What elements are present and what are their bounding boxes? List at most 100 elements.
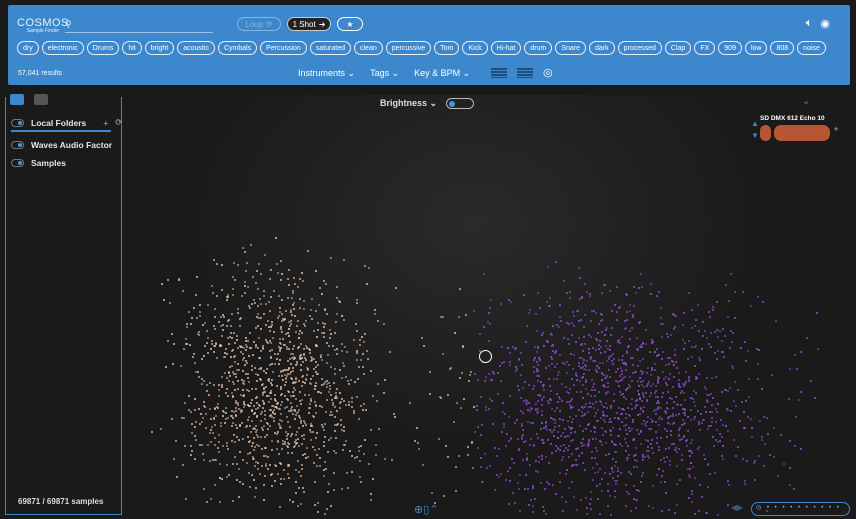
sample-point[interactable] (374, 308, 377, 311)
sample-point[interactable] (608, 356, 611, 359)
sample-point[interactable] (388, 350, 391, 353)
sample-point[interactable] (661, 371, 664, 374)
sample-point[interactable] (788, 467, 791, 470)
sample-point[interactable] (653, 368, 656, 371)
sample-point[interactable] (528, 384, 531, 387)
sample-point[interactable] (560, 400, 563, 403)
sample-point[interactable] (222, 316, 225, 319)
sample-point[interactable] (242, 359, 245, 362)
sample-point[interactable] (302, 490, 305, 493)
sample-point[interactable] (582, 438, 585, 441)
sample-point[interactable] (614, 496, 617, 499)
tag-chip[interactable]: FX (694, 41, 716, 55)
sample-point[interactable] (330, 436, 333, 439)
sample-point[interactable] (297, 346, 300, 349)
sample-point[interactable] (476, 378, 479, 381)
sample-point[interactable] (578, 266, 581, 269)
sample-point[interactable] (377, 382, 380, 385)
sample-point[interactable] (257, 263, 260, 266)
sample-point[interactable] (250, 409, 253, 412)
sample-point[interactable] (312, 446, 315, 449)
sample-point[interactable] (650, 420, 653, 423)
sample-point[interactable] (225, 387, 228, 390)
sample-point[interactable] (520, 373, 523, 376)
sample-point[interactable] (303, 438, 306, 441)
sample-point[interactable] (714, 472, 717, 475)
sample-point[interactable] (538, 374, 541, 377)
sample-point[interactable] (217, 450, 220, 453)
sample-point[interactable] (251, 444, 254, 447)
sample-point[interactable] (244, 292, 247, 295)
sample-point[interactable] (730, 273, 733, 276)
sample-point[interactable] (671, 422, 674, 425)
sample-point[interactable] (314, 270, 317, 273)
sample-point[interactable] (588, 444, 591, 447)
sample-point[interactable] (608, 349, 611, 352)
sample-point[interactable] (346, 351, 349, 354)
sample-point[interactable] (517, 438, 520, 440)
sample-point[interactable] (290, 401, 293, 404)
sample-point[interactable] (200, 378, 203, 381)
sample-point[interactable] (297, 319, 300, 322)
tag-chip[interactable]: dry (17, 41, 39, 55)
sample-point[interactable] (673, 375, 676, 378)
sample-point[interactable] (491, 400, 494, 403)
sample-point[interactable] (417, 442, 420, 445)
sample-point[interactable] (720, 436, 723, 439)
sample-point[interactable] (588, 368, 591, 371)
sample-point[interactable] (330, 399, 333, 402)
sample-point[interactable] (317, 511, 320, 514)
sample-point[interactable] (287, 334, 290, 337)
sample-point[interactable] (269, 296, 272, 299)
sample-point[interactable] (582, 373, 585, 376)
sample-point[interactable] (303, 393, 306, 396)
sample-point[interactable] (293, 417, 296, 420)
sample-point[interactable] (714, 420, 717, 423)
sample-point[interactable] (638, 377, 641, 380)
sample-point[interactable] (229, 331, 232, 334)
sample-point[interactable] (541, 332, 544, 335)
sample-point[interactable] (203, 355, 206, 358)
sample-point[interactable] (277, 271, 280, 274)
sample-point[interactable] (219, 324, 222, 327)
sample-point[interactable] (555, 407, 558, 410)
sample-point[interactable] (217, 440, 220, 443)
sample-point[interactable] (742, 290, 745, 293)
sample-point[interactable] (224, 406, 227, 409)
sample-point[interactable] (235, 410, 238, 413)
sample-point[interactable] (687, 375, 690, 378)
sample-point[interactable] (237, 495, 240, 498)
sample-point[interactable] (600, 444, 603, 447)
sample-point[interactable] (540, 454, 543, 457)
sample-point[interactable] (259, 316, 262, 319)
sample-point[interactable] (287, 283, 290, 286)
sample-point[interactable] (675, 395, 678, 398)
sample-point[interactable] (421, 463, 424, 466)
sample-point[interactable] (712, 444, 715, 447)
sample-point[interactable] (585, 427, 588, 430)
sample-point[interactable] (242, 389, 245, 392)
sample-point[interactable] (817, 347, 820, 350)
sample-point[interactable] (228, 474, 231, 477)
sample-point[interactable] (221, 375, 224, 378)
sample-point[interactable] (308, 348, 311, 351)
sample-point[interactable] (272, 336, 275, 339)
sample-point[interactable] (370, 493, 373, 496)
sample-point[interactable] (733, 316, 736, 319)
sample-point[interactable] (295, 469, 298, 472)
sample-point[interactable] (545, 428, 548, 431)
sample-point[interactable] (534, 460, 537, 463)
sample-point[interactable] (719, 329, 722, 332)
sample-point[interactable] (213, 436, 216, 439)
map-view-icon[interactable]: ◎ (543, 66, 553, 79)
sample-point[interactable] (509, 364, 512, 367)
sample-point[interactable] (701, 347, 704, 350)
sample-point[interactable] (263, 295, 266, 298)
sample-point[interactable] (232, 288, 235, 291)
sample-point[interactable] (295, 330, 298, 333)
sample-point[interactable] (722, 356, 725, 359)
sample-point[interactable] (323, 307, 326, 310)
sample-point[interactable] (213, 424, 216, 427)
sample-point[interactable] (643, 396, 646, 399)
sample-point[interactable] (241, 353, 244, 356)
